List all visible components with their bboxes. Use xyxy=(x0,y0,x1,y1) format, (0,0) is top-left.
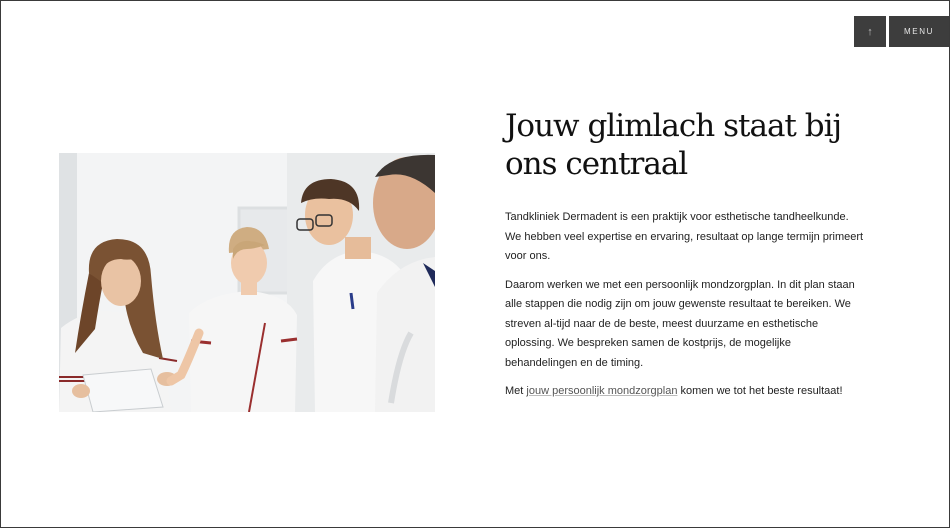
menu-button[interactable]: MENU xyxy=(889,16,949,47)
team-photo xyxy=(59,153,435,412)
intro-section: Jouw glimlach staat bij ons centraal Tan… xyxy=(505,107,865,402)
scroll-to-top-button[interactable]: ↑ xyxy=(854,16,886,47)
mondzorgplan-link[interactable]: jouw persoonlijk mondzorgplan xyxy=(526,385,677,397)
page-title: Jouw glimlach staat bij ons centraal xyxy=(505,108,842,182)
arrow-up-icon: ↑ xyxy=(867,25,873,38)
intro-paragraph-3: Met jouw persoonlijk mondzorgplan komen … xyxy=(505,382,865,402)
intro-paragraph-2: Daarom werken we met een persoonlijk mon… xyxy=(505,278,855,369)
paragraph-3-tail: komen we tot het beste resultaat! xyxy=(677,385,843,397)
paragraph-3-lead: Met xyxy=(505,385,527,397)
intro-paragraph-1: Tandkliniek Dermadent is een praktijk vo… xyxy=(505,211,864,262)
menu-button-label: MENU xyxy=(904,27,934,36)
